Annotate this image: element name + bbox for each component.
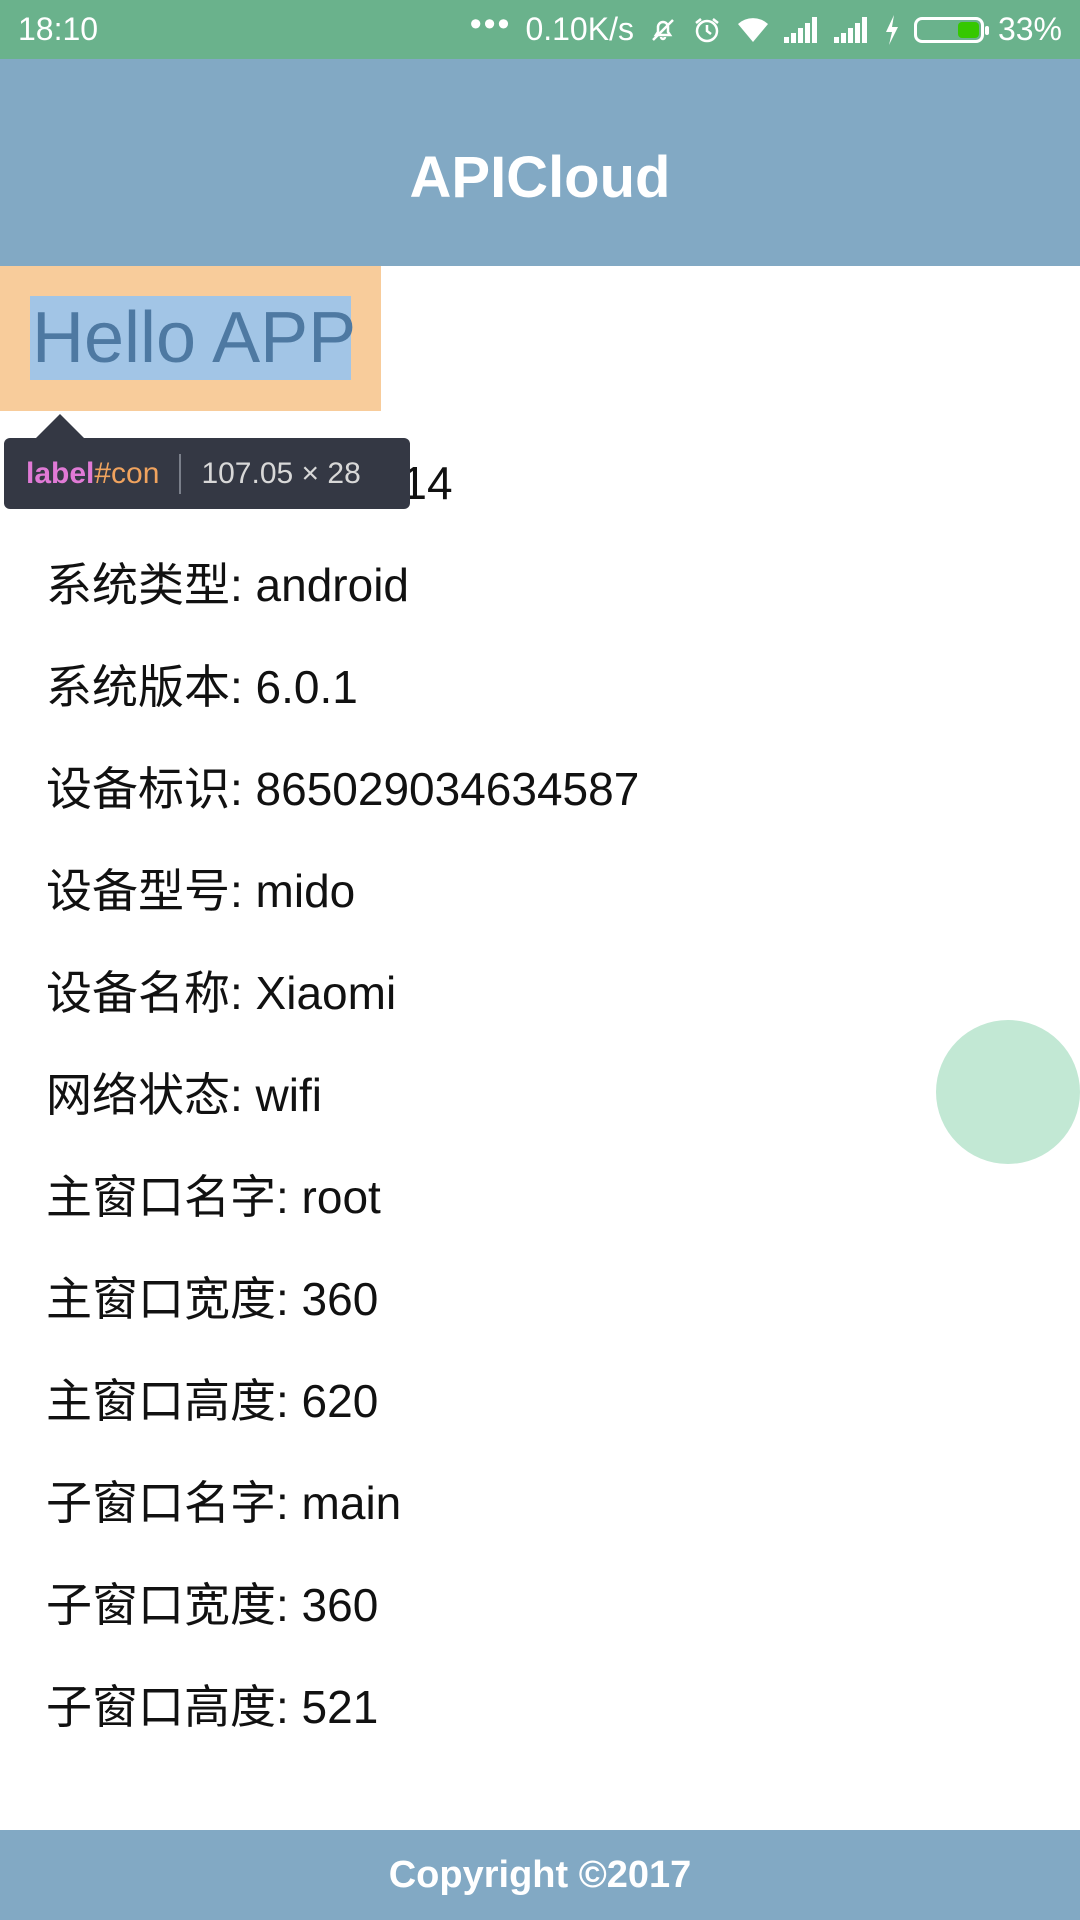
inspector-id: #con — [94, 456, 160, 490]
info-row: 主窗口名字: root — [46, 1171, 381, 1223]
app-title: APICloud — [409, 145, 671, 210]
status-time: 18:10 — [18, 11, 99, 47]
info-row: 网络状态: wifi — [46, 1069, 322, 1121]
floating-assistive-button[interactable] — [936, 1020, 1080, 1164]
app-header: APICloud — [0, 59, 1080, 266]
wifi-icon — [736, 16, 770, 44]
info-row: 主窗口高度: 620 — [46, 1375, 379, 1427]
info-row: 主窗口宽度: 360 — [46, 1273, 379, 1325]
label-margin-highlight: Hello APP — [0, 266, 381, 411]
battery-icon — [913, 16, 989, 43]
info-row: 设备型号: mido — [46, 865, 356, 917]
more-dots-icon: ••• — [469, 4, 512, 43]
info-row: 系统类型: android — [46, 559, 410, 611]
copyright-text: Copyright ©2017 — [388, 1853, 692, 1896]
mute-bell-icon — [648, 15, 678, 45]
battery-percent: 33% — [997, 11, 1062, 47]
net-speed: 0.10K/s — [525, 11, 634, 47]
inspector-tooltip: label #con 107.05 × 28 — [4, 414, 410, 509]
app-screen: 18:10 ••• 0.10K/s 33% APICloud 系统类型: and… — [0, 0, 1080, 1920]
info-row: 设备标识: 865029034634587 — [46, 763, 640, 815]
info-row: 子窗口宽度: 360 — [46, 1579, 379, 1631]
signal-icon-2 — [833, 16, 870, 43]
info-row: 设备名称: Xiaomi — [46, 967, 397, 1019]
signal-icon — [783, 16, 820, 43]
info-row: 系统版本: 6.0.1 — [46, 661, 358, 713]
device-info-list: 2.14系统类型: android系统版本: 6.0.1设备标识: 865029… — [46, 432, 1026, 1758]
status-bar: 18:10 ••• 0.10K/s 33% — [0, 0, 1080, 59]
inspector-size: 107.05 × 28 — [201, 456, 361, 490]
inspector-divider — [179, 453, 182, 494]
app-footer: Copyright ©2017 — [0, 1830, 1080, 1920]
inspector-tag: label — [26, 456, 95, 490]
info-row: 子窗口名字: main — [46, 1477, 402, 1529]
hello-label[interactable]: Hello APP — [30, 296, 356, 380]
charging-icon — [884, 14, 900, 45]
status-right: ••• 0.10K/s 33% — [470, 7, 1062, 48]
alarm-icon — [692, 15, 722, 45]
battery-fill — [957, 21, 979, 38]
info-row: 子窗口高度: 521 — [46, 1681, 379, 1733]
